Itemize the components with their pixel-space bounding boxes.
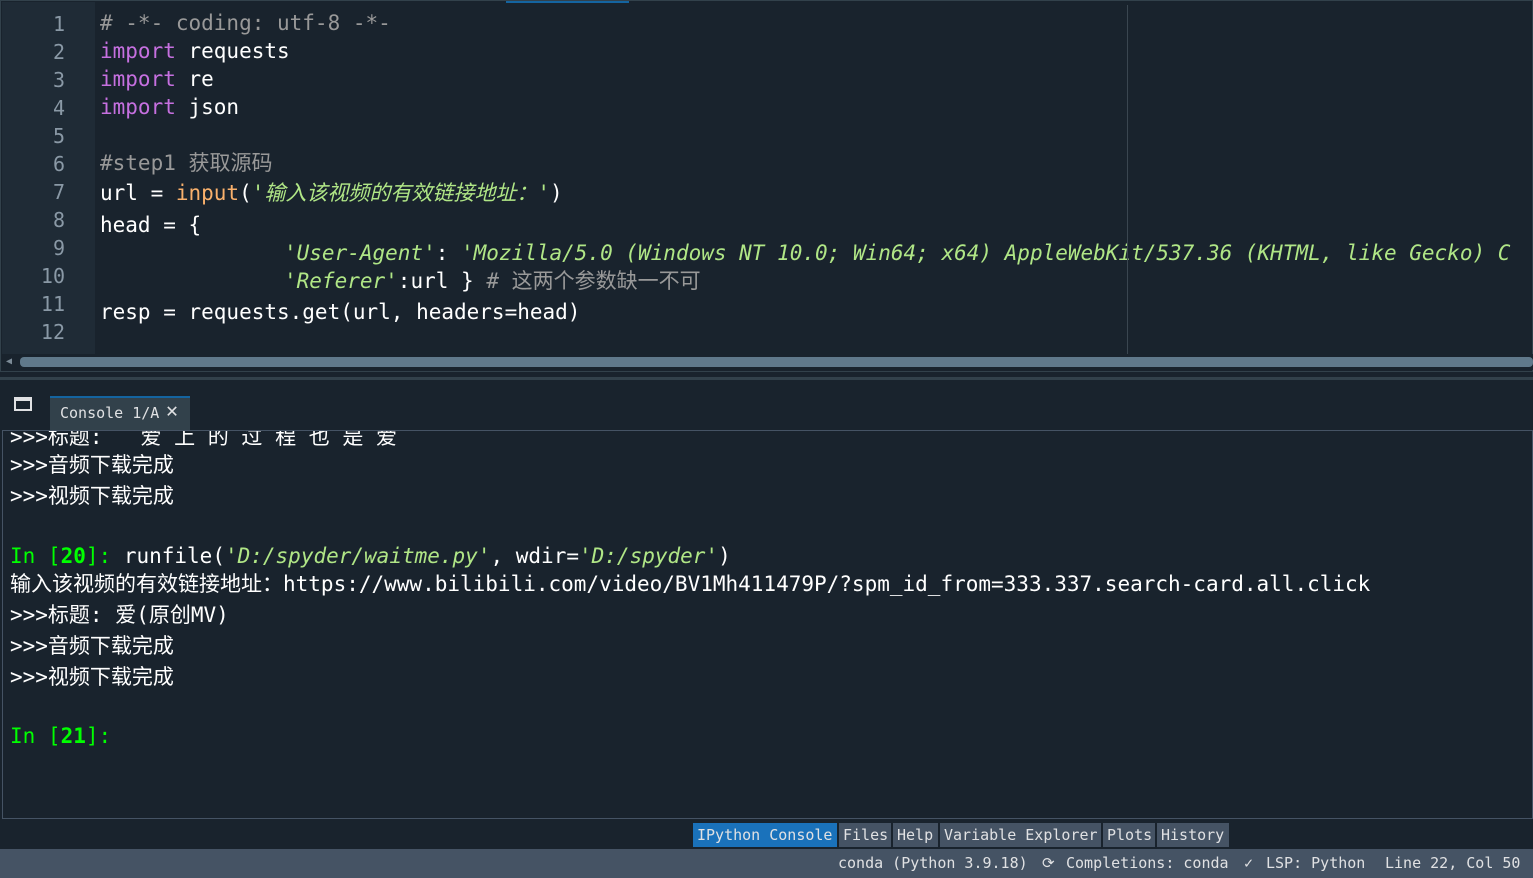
console-line: >>>视频下载完成 (10, 665, 174, 689)
code-text: : (435, 241, 462, 265)
tab-console[interactable]: Console 1/A ✕ (50, 396, 190, 430)
completions-icon: ⟳ (1042, 854, 1055, 872)
line-number: 6 (52, 152, 65, 176)
check-icon: ✓ (1244, 854, 1254, 872)
prompt: In [ (10, 724, 61, 748)
string-literal: 'Referer' (284, 269, 398, 293)
console-line: 输入该视频的有效链接地址：https://www.bilibili.com/vi… (10, 572, 1371, 596)
line-number: 11 (40, 292, 65, 316)
code-area[interactable]: # -*- coding: utf-8 -*- import requests … (100, 1, 1532, 353)
string-literal: '输入该视频的有效链接地址：' (251, 181, 551, 205)
code-line-7: url = input('输入该视频的有效链接地址：') (100, 178, 563, 208)
line-number: 3 (52, 68, 65, 92)
code-line-10: 'Referer':url } # 这两个参数缺一不可 (284, 266, 701, 296)
input-prompt-line[interactable]: In [21]: (10, 722, 111, 750)
spyder-window: 1 2 3 4 5 6 7 8 9 10 11 12 # -*- coding:… (0, 0, 1533, 878)
status-cursor-position: Line 22, Col 50 (1385, 854, 1521, 872)
prompt: In [ (10, 544, 61, 568)
status-bar: conda (Python 3.9.18) ⟳ Completions: con… (0, 849, 1533, 878)
code-text: re (175, 67, 214, 91)
prompt: ]: (85, 724, 112, 748)
code-line-4: import json (100, 92, 239, 122)
code-text: , wdir= (490, 544, 579, 568)
code-text: ) (718, 544, 731, 568)
line-number: 2 (52, 40, 65, 64)
code-line-11: resp = requests.get(url, headers=head) (100, 300, 581, 324)
line-number: 10 (40, 264, 65, 288)
string-literal: 'Mozilla/5.0 (Windows NT 10.0; Win64; x6… (461, 241, 1511, 265)
console-line: >>>标题: 爱(原创MV) (10, 603, 229, 627)
console-line: >>>音频下载完成 (10, 634, 174, 658)
code-text: url = (100, 181, 176, 205)
window-options-icon[interactable] (14, 397, 32, 411)
line-number: 7 (52, 180, 65, 204)
comment: # 这两个参数缺一不可 (486, 269, 701, 293)
tab-help[interactable]: Help (893, 823, 938, 847)
line-number-gutter: 1 2 3 4 5 6 7 8 9 10 11 12 (2, 2, 95, 354)
code-line-9: 'User-Agent': 'Mozilla/5.0 (Windows NT 1… (284, 238, 1510, 268)
string-literal: 'D:/spyder/waitme.py' (224, 544, 491, 568)
code-line-6: #step1 获取源码 (100, 151, 273, 175)
line-number: 1 (52, 12, 65, 36)
code-editor[interactable]: 1 2 3 4 5 6 7 8 9 10 11 12 # -*- coding:… (0, 0, 1533, 372)
prompt: ]: (85, 544, 124, 568)
scroll-left-icon[interactable]: ◀ (6, 357, 12, 367)
code-line-3: import re (100, 64, 214, 94)
builtin-function: input (175, 181, 240, 205)
console-line: >>>标题: 爱 上 的 过 程 也 是 爱 (10, 430, 398, 449)
close-icon[interactable]: ✕ (166, 400, 182, 420)
tab-ipython-console[interactable]: IPython Console (693, 823, 837, 847)
line-number: 4 (52, 96, 65, 120)
code-line-8: head = { (100, 213, 202, 237)
code-text: runfile( (123, 544, 225, 568)
keyword: import (100, 67, 176, 91)
tab-history[interactable]: History (1157, 823, 1229, 847)
line-number: 9 (52, 236, 65, 260)
scrollbar-thumb[interactable] (20, 357, 1533, 367)
code-text: ) (550, 181, 563, 205)
keyword: import (100, 39, 176, 63)
splitter-line (0, 377, 1533, 380)
status-lsp[interactable]: LSP: Python (1266, 849, 1365, 878)
status-environment[interactable]: conda (Python 3.9.18) (838, 849, 1028, 878)
console-tab-label: Console 1/A (60, 404, 160, 422)
line-number: 12 (40, 320, 65, 344)
ipython-console-output[interactable]: >>>标题: 爱 上 的 过 程 也 是 爱 >>>音频下载完成 >>>视频下载… (2, 430, 1533, 819)
code-line-1: # -*- coding: utf-8 -*- (100, 11, 391, 35)
input-prompt-line: In [20]: runfile('D:/spyder/waitme.py', … (10, 542, 731, 570)
tab-files[interactable]: Files (839, 823, 891, 847)
string-literal: 'D:/spyder' (579, 544, 719, 568)
string-literal: 'User-Agent' (284, 241, 436, 265)
prompt-number: 20 (60, 544, 86, 568)
console-line: >>>音频下载完成 (10, 453, 174, 477)
code-text: requests (175, 39, 290, 63)
line-number: 5 (52, 124, 65, 148)
code-text: json (175, 95, 240, 119)
code-line-2: import requests (100, 36, 290, 66)
code-text: :url } (397, 269, 487, 293)
tab-plots[interactable]: Plots (1103, 823, 1155, 847)
code-text: ( (239, 181, 252, 205)
status-completions[interactable]: Completions: conda (1066, 849, 1229, 878)
tab-variable-explorer[interactable]: Variable Explorer (940, 823, 1101, 847)
console-line: >>>视频下载完成 (10, 484, 174, 508)
edge-line (1127, 5, 1128, 355)
line-number: 8 (52, 208, 65, 232)
keyword: import (100, 95, 176, 119)
prompt-number: 21 (60, 724, 86, 748)
